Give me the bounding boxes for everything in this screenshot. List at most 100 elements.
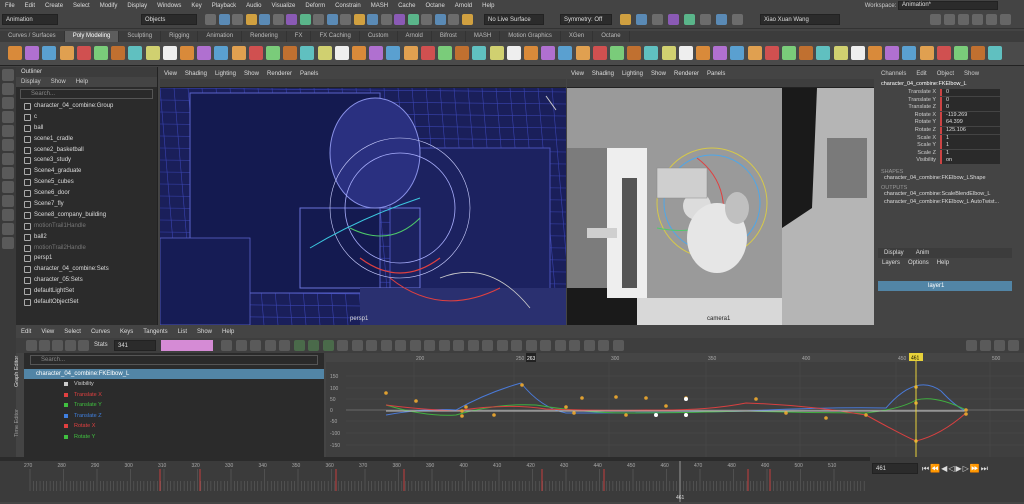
graph-tool-icon[interactable] bbox=[994, 340, 1005, 351]
status-tool-icon[interactable] bbox=[313, 14, 324, 25]
layer-menu-layers[interactable]: Layers bbox=[878, 258, 904, 268]
layer-menu-help[interactable]: Help bbox=[933, 258, 953, 268]
graph-menu-list[interactable]: List bbox=[173, 327, 192, 338]
menu-create[interactable]: Create bbox=[40, 3, 68, 9]
shelf-tool-icon[interactable] bbox=[764, 46, 779, 60]
render-tool-icon[interactable] bbox=[716, 14, 727, 25]
shelf-tool-icon[interactable] bbox=[317, 46, 332, 60]
graph-tool-icon[interactable] bbox=[250, 340, 261, 351]
shelf-tab-fx-caching[interactable]: FX Caching bbox=[311, 31, 360, 42]
shelf-tool-icon[interactable] bbox=[747, 46, 762, 60]
menu-arnold[interactable]: Arnold bbox=[450, 3, 477, 9]
graph-tool-icon[interactable] bbox=[26, 340, 37, 351]
channel-value[interactable]: 1 bbox=[940, 142, 1000, 150]
shelf-tool-icon[interactable] bbox=[334, 46, 349, 60]
layout-custom-icon[interactable] bbox=[2, 223, 14, 235]
outliner-item[interactable]: scene3_study bbox=[16, 155, 157, 166]
layer-menu-options[interactable]: Options bbox=[904, 258, 933, 268]
keyframe[interactable] bbox=[644, 396, 648, 400]
shelf-tool-icon[interactable] bbox=[799, 46, 814, 60]
shelf-tool-icon[interactable] bbox=[885, 46, 900, 60]
time-slider[interactable]: 270 280 290 300 310 320 330 340 350 360 370 380 390 4… bbox=[0, 457, 1024, 502]
shelf-tool-icon[interactable] bbox=[850, 46, 865, 60]
render-tool-icon[interactable] bbox=[636, 14, 647, 25]
graph-tool-icon[interactable] bbox=[235, 340, 247, 351]
shelf-tool-icon[interactable] bbox=[42, 46, 57, 60]
select-tool-icon[interactable] bbox=[2, 69, 14, 81]
graph-tool-icon[interactable] bbox=[424, 340, 435, 351]
keyframe[interactable] bbox=[614, 395, 618, 399]
shelf-tab-curves-surfaces[interactable]: Curves / Surfaces bbox=[0, 31, 65, 42]
status-tool-icon[interactable] bbox=[205, 14, 216, 25]
graph-tool-icon[interactable] bbox=[380, 340, 392, 351]
graph-menu-curves[interactable]: Curves bbox=[86, 327, 115, 338]
layer-row[interactable]: layer1 bbox=[878, 281, 1012, 291]
outliner-item[interactable]: Scene6_door bbox=[16, 188, 157, 199]
step-back-key-icon[interactable]: ⏪ bbox=[930, 464, 941, 473]
keyframe[interactable] bbox=[460, 409, 464, 413]
shelf-tool-icon[interactable] bbox=[403, 46, 418, 60]
shelf-tool-icon[interactable] bbox=[180, 46, 194, 60]
viewport1-menu-show[interactable]: Show bbox=[240, 70, 263, 79]
shelf-tab-xgen[interactable]: XGen bbox=[561, 31, 594, 42]
outliner-item[interactable]: Scene8_company_building bbox=[16, 210, 157, 221]
shelf-tool-icon[interactable] bbox=[506, 46, 521, 60]
shelf-tool-icon[interactable] bbox=[730, 46, 745, 60]
shelf-tool-icon[interactable] bbox=[524, 46, 538, 60]
status-tool-icon[interactable] bbox=[299, 14, 311, 25]
layout-single-icon[interactable] bbox=[2, 153, 14, 165]
shelf-tool-icon[interactable] bbox=[713, 46, 728, 60]
channel-row[interactable]: Translate X 0 bbox=[876, 89, 1014, 97]
shelf-tool-icon[interactable] bbox=[455, 46, 470, 60]
shelf-tool-icon[interactable] bbox=[266, 46, 280, 60]
outliner-search-input[interactable]: Search... bbox=[20, 89, 153, 99]
graph-tool-icon[interactable] bbox=[52, 340, 63, 351]
wireframe-view[interactable]: persp1 bbox=[160, 88, 566, 325]
menu-playback[interactable]: Playback bbox=[207, 3, 241, 9]
status-tool-icon[interactable] bbox=[340, 14, 351, 25]
menu-visualize[interactable]: Visualize bbox=[266, 3, 300, 9]
outliner-item[interactable]: character_04_combine:Group bbox=[16, 101, 157, 112]
channel-value[interactable]: 0 bbox=[940, 89, 1000, 96]
graph-menu-tangents[interactable]: Tangents bbox=[138, 327, 172, 338]
graph-tool-icon[interactable] bbox=[554, 340, 566, 351]
outliner-item[interactable]: character_04_combine:Sets bbox=[16, 264, 157, 275]
outliner-item[interactable]: persp1 bbox=[16, 253, 157, 264]
render-tool-icon[interactable] bbox=[652, 14, 663, 25]
graph-tool-icon[interactable] bbox=[612, 340, 624, 351]
outliner-item[interactable]: ball bbox=[16, 123, 157, 134]
layer-tab-display[interactable]: Display bbox=[878, 248, 910, 258]
keyframe[interactable] bbox=[824, 416, 828, 420]
channel-row[interactable]: Scale Y 1 bbox=[876, 142, 1014, 150]
shelf-tab-rigging[interactable]: Rigging bbox=[161, 31, 199, 42]
keyframe[interactable] bbox=[624, 413, 628, 417]
channel-value[interactable]: 1 bbox=[940, 134, 1000, 142]
graph-channel-row[interactable]: Rotate Y bbox=[24, 432, 324, 443]
outliner-item[interactable]: motionTrail1Handle bbox=[16, 221, 157, 232]
menu-audio[interactable]: Audio bbox=[241, 3, 266, 9]
menu-modify[interactable]: Modify bbox=[95, 3, 123, 9]
outliner-menu-show[interactable]: Show bbox=[46, 77, 71, 87]
outliner-item[interactable]: scene2_basketball bbox=[16, 145, 157, 156]
shelf-tool-icon[interactable] bbox=[214, 46, 229, 60]
workspace-value[interactable]: Animation* bbox=[898, 1, 998, 10]
graph-tool-icon[interactable] bbox=[337, 340, 348, 351]
viewport-camera1[interactable]: View Shading Lighting Show Renderer Panels ca… bbox=[567, 70, 874, 325]
shelf-tool-icon[interactable] bbox=[145, 46, 160, 60]
paint-select-icon[interactable] bbox=[2, 97, 14, 109]
keyframe[interactable] bbox=[580, 396, 584, 400]
graph-channel-row[interactable]: Translate Y bbox=[24, 400, 324, 411]
shelf-tool-icon[interactable] bbox=[76, 46, 91, 60]
graph-tool-icon[interactable] bbox=[409, 340, 421, 351]
channel-row[interactable]: Scale Z 1 bbox=[876, 149, 1014, 158]
graph-menu-select[interactable]: Select bbox=[59, 327, 86, 338]
channel-row[interactable]: Rotate Z 125.106 bbox=[876, 126, 1014, 135]
status-tool-icon[interactable] bbox=[421, 14, 432, 25]
keyframe-selected[interactable] bbox=[654, 413, 658, 417]
graph-tool-icon[interactable] bbox=[438, 340, 450, 351]
graph-tool-icon[interactable] bbox=[279, 340, 290, 351]
shelf-tool-icon[interactable] bbox=[816, 46, 831, 60]
shelf-tool-icon[interactable] bbox=[231, 46, 246, 60]
status-tool-icon[interactable] bbox=[353, 14, 365, 25]
channel-value[interactable]: 0 bbox=[940, 104, 1000, 112]
